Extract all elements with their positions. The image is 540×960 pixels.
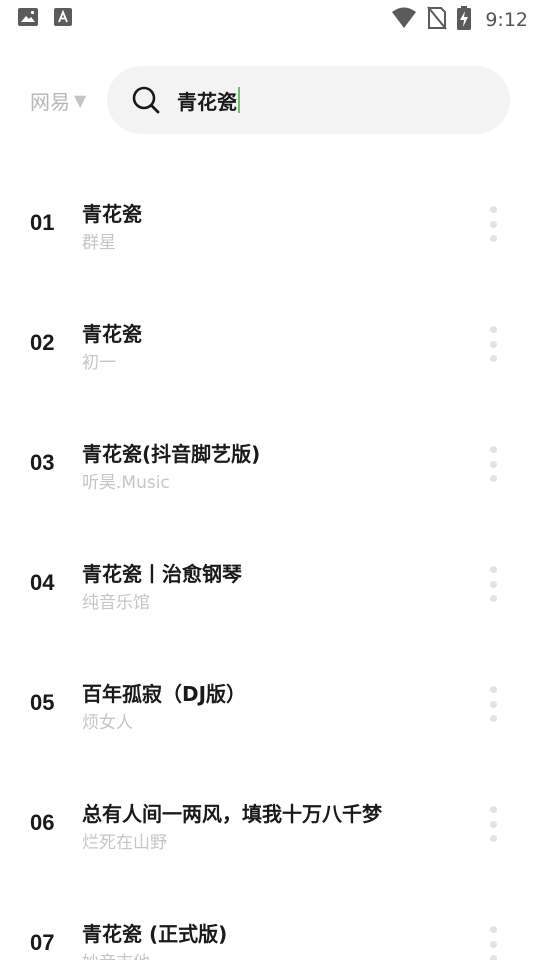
source-selector[interactable]: 网易 ▼ bbox=[30, 86, 86, 115]
track-artist: 听昊.Music bbox=[82, 473, 170, 493]
list-item[interactable]: 06 总有人间一两风，填我十万八千梦 烂死在山野 bbox=[0, 764, 540, 884]
search-header: 网易 ▼ 青花瓷 bbox=[0, 66, 540, 134]
text-a-icon bbox=[54, 8, 72, 30]
track-number: 02 bbox=[30, 330, 55, 355]
status-bar: 9:12 bbox=[0, 0, 540, 36]
more-options-icon[interactable] bbox=[484, 326, 502, 362]
caret-down-icon: ▼ bbox=[74, 91, 87, 110]
list-item[interactable]: 01 青花瓷 群星 bbox=[0, 164, 540, 284]
track-artist: 初一 bbox=[82, 353, 116, 373]
more-options-icon[interactable] bbox=[484, 566, 502, 602]
more-options-icon[interactable] bbox=[484, 206, 502, 242]
search-input[interactable]: 青花瓷 bbox=[177, 86, 240, 115]
track-number: 03 bbox=[30, 450, 55, 475]
source-label: 网易 bbox=[30, 90, 70, 114]
search-box[interactable]: 青花瓷 bbox=[107, 66, 510, 134]
status-time: 9:12 bbox=[485, 9, 528, 31]
track-title: 青花瓷 bbox=[82, 322, 142, 346]
track-artist: 妙音吉他 bbox=[82, 948, 150, 960]
track-title: 百年孤寂（DJ版） bbox=[82, 682, 247, 706]
results-list: 01 青花瓷 群星 02 青花瓷 初一 03 青花瓷(抖音脚艺版) 听昊.Mus… bbox=[0, 164, 540, 960]
search-icon bbox=[131, 85, 161, 115]
track-artist: 烦女人 bbox=[82, 713, 133, 733]
no-sim-icon bbox=[427, 6, 448, 34]
track-number: 07 bbox=[30, 930, 55, 955]
text-cursor bbox=[238, 87, 240, 113]
track-number: 01 bbox=[30, 210, 55, 235]
list-item[interactable]: 02 青花瓷 初一 bbox=[0, 284, 540, 404]
battery-charging-icon bbox=[457, 6, 472, 34]
track-title: 青花瓷 bbox=[82, 202, 142, 226]
track-number: 06 bbox=[30, 810, 55, 835]
track-number: 04 bbox=[30, 570, 55, 595]
track-artist: 烂死在山野 bbox=[82, 833, 167, 853]
wifi-icon bbox=[391, 7, 417, 33]
list-item[interactable]: 07 青花瓷 (正式版) 妙音吉他 bbox=[0, 884, 540, 960]
list-item[interactable]: 03 青花瓷(抖音脚艺版) 听昊.Music bbox=[0, 404, 540, 524]
track-title: 青花瓷丨治愈钢琴 bbox=[82, 562, 242, 586]
search-query-text: 青花瓷 bbox=[177, 89, 237, 114]
track-title: 青花瓷 (正式版) bbox=[82, 922, 228, 946]
track-artist: 纯音乐馆 bbox=[82, 593, 150, 613]
more-options-icon[interactable] bbox=[484, 806, 502, 842]
list-item[interactable]: 04 青花瓷丨治愈钢琴 纯音乐馆 bbox=[0, 524, 540, 644]
track-number: 05 bbox=[30, 690, 55, 715]
more-options-icon[interactable] bbox=[484, 686, 502, 722]
list-item[interactable]: 05 百年孤寂（DJ版） 烦女人 bbox=[0, 644, 540, 764]
track-artist: 群星 bbox=[82, 233, 116, 253]
more-options-icon[interactable] bbox=[484, 926, 502, 960]
track-title: 青花瓷(抖音脚艺版) bbox=[82, 442, 261, 466]
track-title: 总有人间一两风，填我十万八千梦 bbox=[82, 802, 382, 826]
more-options-icon[interactable] bbox=[484, 446, 502, 482]
image-icon bbox=[18, 8, 38, 30]
